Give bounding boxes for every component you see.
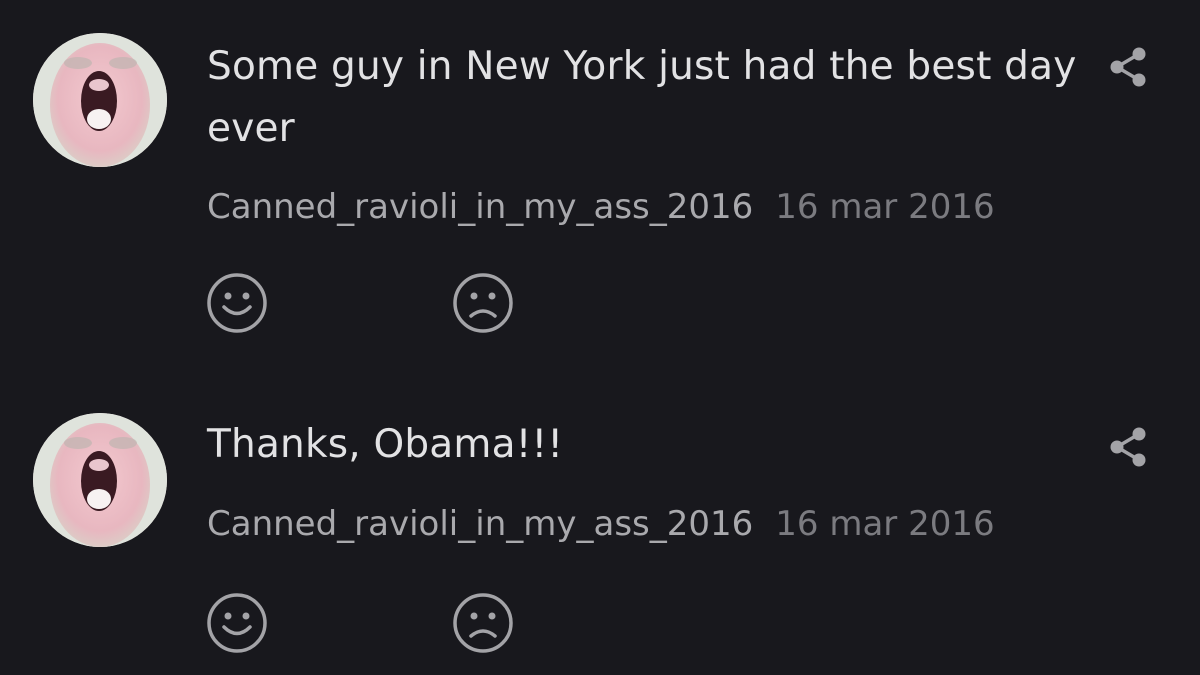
share-icon (1110, 427, 1146, 467)
avatar-image (33, 33, 167, 167)
share-button[interactable] (1106, 45, 1150, 89)
like-button[interactable] (206, 272, 268, 334)
comment-author[interactable]: Canned_ravioli_in_my_ass_2016 (207, 187, 753, 227)
smiley-face-icon (207, 593, 267, 653)
dislike-button[interactable] (452, 592, 514, 654)
comment-meta: Canned_ravioli_in_my_ass_2016 16 mar 2016 (207, 187, 995, 227)
avatar-image (33, 413, 167, 547)
smiley-face-icon (207, 273, 267, 333)
like-button[interactable] (206, 592, 268, 654)
comment-meta: Canned_ravioli_in_my_ass_2016 16 mar 2016 (207, 504, 995, 544)
comment-item: Some guy in New York just had the best d… (0, 0, 1200, 360)
comment-text: Some guy in New York just had the best d… (207, 44, 1077, 151)
comment-text: Thanks, Obama!!! (207, 422, 564, 467)
comment-date: 16 mar 2016 (775, 504, 995, 544)
comment-date: 16 mar 2016 (775, 187, 995, 227)
avatar[interactable] (33, 33, 167, 167)
share-button[interactable] (1106, 425, 1150, 469)
share-icon (1110, 47, 1146, 87)
avatar[interactable] (33, 413, 167, 547)
dislike-button[interactable] (452, 272, 514, 334)
sad-face-icon (453, 593, 513, 653)
comment-author[interactable]: Canned_ravioli_in_my_ass_2016 (207, 504, 753, 544)
sad-face-icon (453, 273, 513, 333)
comment-item: Thanks, Obama!!! Canned_ravioli_in_my_as… (0, 380, 1200, 675)
